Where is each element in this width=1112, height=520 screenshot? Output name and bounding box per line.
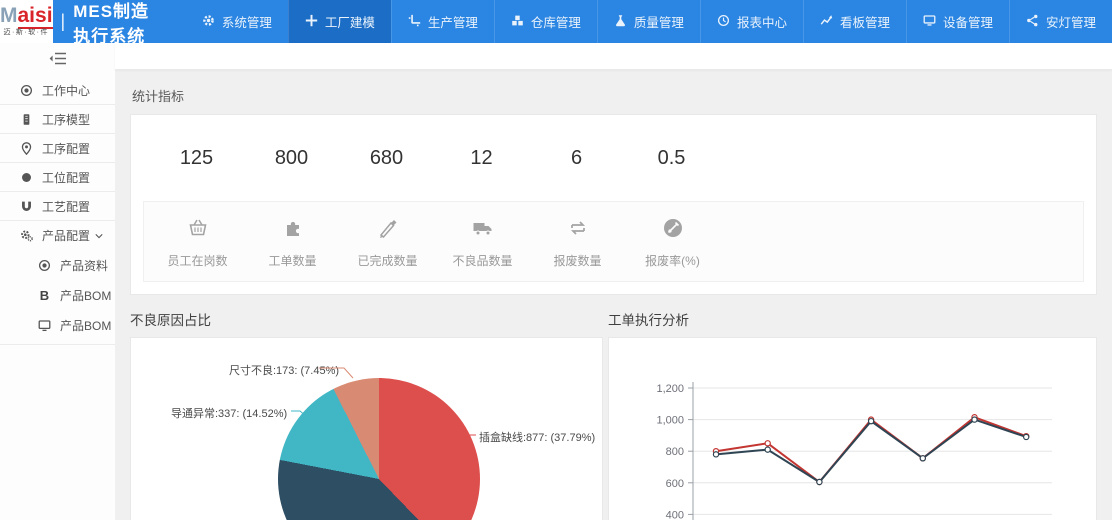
mes-dashboard: Maisi 迈·斯·软·件 | MES制造执行系统 系统管理 工厂建模 生产管理… (0, 0, 1112, 520)
stat-label-scrap-rate: 报废率(%) (625, 252, 720, 269)
truck-icon (472, 217, 494, 239)
nav-item-factory-modeling[interactable]: 工厂建模 (288, 0, 391, 43)
pie-chart[interactable] (278, 378, 480, 520)
product-config-icon (20, 229, 33, 242)
sidebar-item-process-config[interactable]: 工序配置 (0, 134, 115, 163)
product-data-icon (38, 259, 51, 272)
pie-chart-panel: 不良原因占比 尺寸不良:173: (7.45%) 导通异常:337: (14.5… (130, 309, 603, 520)
main-area: 统计指标 125 800 680 12 6 0.5 员工在岗数 (115, 43, 1112, 520)
collapse-menu-icon[interactable] (0, 43, 115, 73)
station-config-icon (20, 171, 33, 184)
bom-monitor-icon (38, 319, 51, 332)
gear-icon (202, 14, 215, 30)
svg-text:400: 400 (666, 509, 684, 520)
pie-chart-title: 不良原因占比 (130, 309, 603, 329)
brand-subtitle: 迈·斯·软·件 (4, 27, 50, 37)
sidebar-item-work-center[interactable]: 工作中心 (0, 76, 115, 105)
sidebar-item-product-config[interactable]: 产品配置 (0, 221, 115, 250)
stat-label-defects: 不良品数量 (435, 252, 530, 269)
svg-text:800: 800 (666, 446, 684, 458)
production-icon (408, 14, 421, 30)
stat-label-workorders: 工单数量 (245, 252, 340, 269)
report-center-icon (717, 14, 730, 30)
line-chart-title: 工单执行分析 (608, 309, 1097, 329)
stat-label-employees: 员工在岗数 (150, 252, 245, 269)
stats-card: 125 800 680 12 6 0.5 员工在岗数 工单数量 (130, 114, 1097, 295)
kanban-icon (820, 14, 833, 30)
pie-label-box-missing-wire: 插盒缺线:877: (37.79%) (479, 429, 595, 445)
tab-strip[interactable] (115, 43, 1112, 70)
stat-value-completed: 680 (339, 147, 434, 170)
title-separator: | (61, 11, 66, 32)
process-model-icon (20, 113, 33, 126)
stat-value-employees: 125 (149, 147, 244, 170)
svg-text:1,000: 1,000 (656, 415, 684, 427)
stat-label-scrap: 报废数量 (530, 252, 625, 269)
charts-row: 不良原因占比 尺寸不良:173: (7.45%) 导通异常:337: (14.5… (130, 309, 1097, 520)
pie-label-conduction: 导通异常:337: (14.52%) (171, 405, 287, 421)
repeat-icon (567, 217, 589, 239)
nav-item-report-center[interactable]: 报表中心 (700, 0, 803, 43)
equipment-icon (923, 14, 936, 30)
bom-letter-icon: B (38, 288, 51, 303)
content: 统计指标 125 800 680 12 6 0.5 员工在岗数 (115, 70, 1112, 520)
sidebar-subitem-product-data[interactable]: 产品资料 (0, 250, 115, 280)
logo[interactable]: Maisi 迈·斯·软·件 (0, 0, 53, 43)
craft-config-icon (20, 200, 33, 213)
pie-label-size-defect: 尺寸不良:173: (7.45%) (229, 362, 339, 378)
sidebar-item-station-config[interactable]: 工位配置 (0, 163, 115, 192)
nav-item-system[interactable]: 系统管理 (186, 0, 288, 43)
sidebar-item-craft-config[interactable]: 工艺配置 (0, 192, 115, 221)
process-config-icon (20, 142, 33, 155)
top-nav-menu: 系统管理 工厂建模 生产管理 仓库管理 质量管理 报表中心 (186, 0, 1112, 43)
andon-icon (1026, 14, 1039, 30)
basket-icon (187, 217, 209, 239)
nav-item-andon[interactable]: 安灯管理 (1009, 0, 1112, 43)
sidebar-subitem-product-bom-2[interactable]: 产品BOM (0, 310, 115, 340)
puzzle-icon (282, 217, 304, 239)
product-config-submenu: 产品资料 B 产品BOM 产品BOM (0, 250, 115, 345)
stat-value-workorders: 800 (244, 147, 339, 170)
nav-item-kanban[interactable]: 看板管理 (803, 0, 906, 43)
pen-icon (377, 217, 399, 239)
nav-item-quality[interactable]: 质量管理 (597, 0, 700, 43)
stats-section-title: 统计指标 (132, 86, 1097, 105)
stats-labels-row: 员工在岗数 工单数量 已完成数量 不良品数量 (143, 201, 1084, 282)
top-navbar: Maisi 迈·斯·软·件 | MES制造执行系统 系统管理 工厂建模 生产管理… (0, 0, 1112, 43)
chevron-down-icon (95, 229, 103, 243)
sidebar: 工作中心 工序模型 工序配置 工位配置 工艺配置 产品配置 (0, 43, 115, 520)
work-center-icon (20, 84, 33, 97)
tools-circle-icon (662, 217, 684, 239)
line-chart-card: 1,200 1,000 800 600 400 (608, 337, 1097, 520)
stats-values-row: 125 800 680 12 6 0.5 (131, 115, 1096, 201)
line-chart-panel: 工单执行分析 1,200 1,000 800 600 400 (608, 309, 1097, 520)
app-title-wrap: | MES制造执行系统 (61, 0, 150, 43)
sidebar-subitem-product-bom-1[interactable]: B 产品BOM (0, 280, 115, 310)
svg-text:1,200: 1,200 (656, 383, 684, 395)
warehouse-icon (511, 14, 524, 30)
nav-item-production[interactable]: 生产管理 (391, 0, 494, 43)
stat-label-completed: 已完成数量 (340, 252, 435, 269)
factory-modeling-icon (305, 14, 318, 30)
quality-icon (614, 14, 627, 30)
sidebar-item-process-model[interactable]: 工序模型 (0, 105, 115, 134)
sidebar-menu: 工作中心 工序模型 工序配置 工位配置 工艺配置 产品配置 (0, 76, 115, 345)
app-title: MES制造执行系统 (73, 0, 150, 47)
brand-text: Maisi (0, 6, 53, 26)
svg-text:600: 600 (666, 478, 684, 490)
stat-value-scrap-rate: 0.5 (624, 147, 719, 170)
nav-item-equipment[interactable]: 设备管理 (906, 0, 1009, 43)
nav-item-warehouse[interactable]: 仓库管理 (494, 0, 597, 43)
pie-chart-card: 尺寸不良:173: (7.45%) 导通异常:337: (14.52%) 插盒缺… (130, 337, 603, 520)
stat-value-defects: 12 (434, 147, 529, 170)
line-chart[interactable]: 1,200 1,000 800 600 400 (609, 338, 1096, 520)
stat-value-scrap: 6 (529, 147, 624, 170)
